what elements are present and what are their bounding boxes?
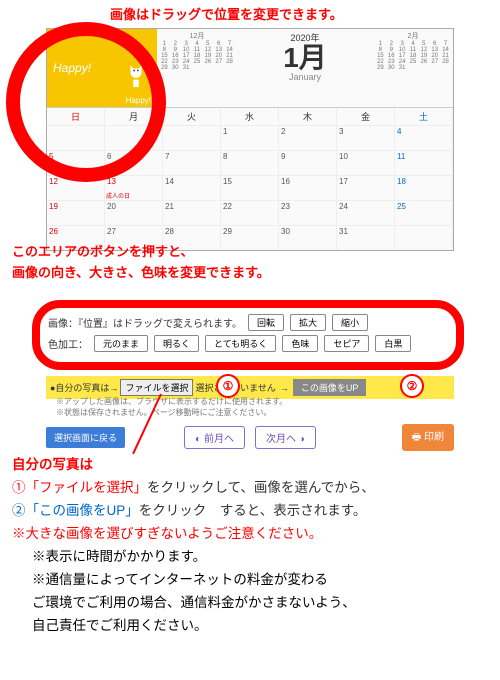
top-drag-note: 画像はドラッグで位置を変更できます。 [110, 4, 343, 23]
zoom-in-button[interactable]: 拡大 [290, 314, 326, 331]
upload-fine-print: ※アップした画像は、ブラウザに表示するだけに使用されます。 ※状態は保存されませ… [56, 396, 287, 418]
color-bw-button[interactable]: 白黒 [375, 335, 411, 352]
upload-lead: ●自分の写真は→ [50, 381, 118, 394]
badge-1: ① [216, 374, 240, 398]
color-very-bright-button[interactable]: とても明るく [205, 335, 276, 352]
highlight-circle [6, 22, 166, 182]
control-highlight-frame: 画像：『位置』はドラッグで変えられます。 回転 拡大 縮小 色加工： 元のまま … [32, 300, 464, 370]
print-button[interactable]: 🖶 印刷 [402, 424, 454, 451]
zoom-out-button[interactable]: 縮小 [332, 314, 368, 331]
color-original-button[interactable]: 元のまま [94, 335, 148, 352]
nav-row: 選択画面に戻る ◐ 前月へ 次月へ ◑ 🖶 印刷 [46, 426, 454, 449]
image-ctrl-label: 画像：『位置』はドラッグで変えられます。 [48, 315, 242, 330]
color-hue-button[interactable]: 色味 [282, 335, 318, 352]
instructions-body: 自分の写真は ①「ファイルを選択」をクリックして、画像を選んでから、 ②「この画… [12, 454, 375, 638]
mini-next-month: 2月 1234567891011121314151617181920212223… [373, 29, 453, 107]
prev-month-button[interactable]: ◐ 前月へ [184, 426, 245, 449]
main-month-header: 2020年 1月 January [237, 29, 373, 107]
color-sepia-button[interactable]: セピア [324, 335, 369, 352]
arrow-icon: → [280, 383, 289, 393]
color-ctrl-label: 色加工： [48, 336, 88, 351]
color-bright-button[interactable]: 明るく [154, 335, 199, 352]
badge-2: ② [400, 374, 424, 398]
next-month-button[interactable]: 次月へ ◑ [255, 426, 316, 449]
mini-prev-month: 12月 123456789101112131415161718192021222… [157, 29, 237, 107]
rotate-button[interactable]: 回転 [248, 314, 284, 331]
upload-image-button[interactable]: この画像をUP [293, 379, 367, 396]
file-select-button[interactable]: ファイルを選択 [120, 379, 193, 396]
mid-instruction: このエリアのボタンを押すと、 画像の向き、大きさ、色味を変更できます。 [12, 242, 270, 284]
back-button[interactable]: 選択画面に戻る [46, 427, 125, 448]
